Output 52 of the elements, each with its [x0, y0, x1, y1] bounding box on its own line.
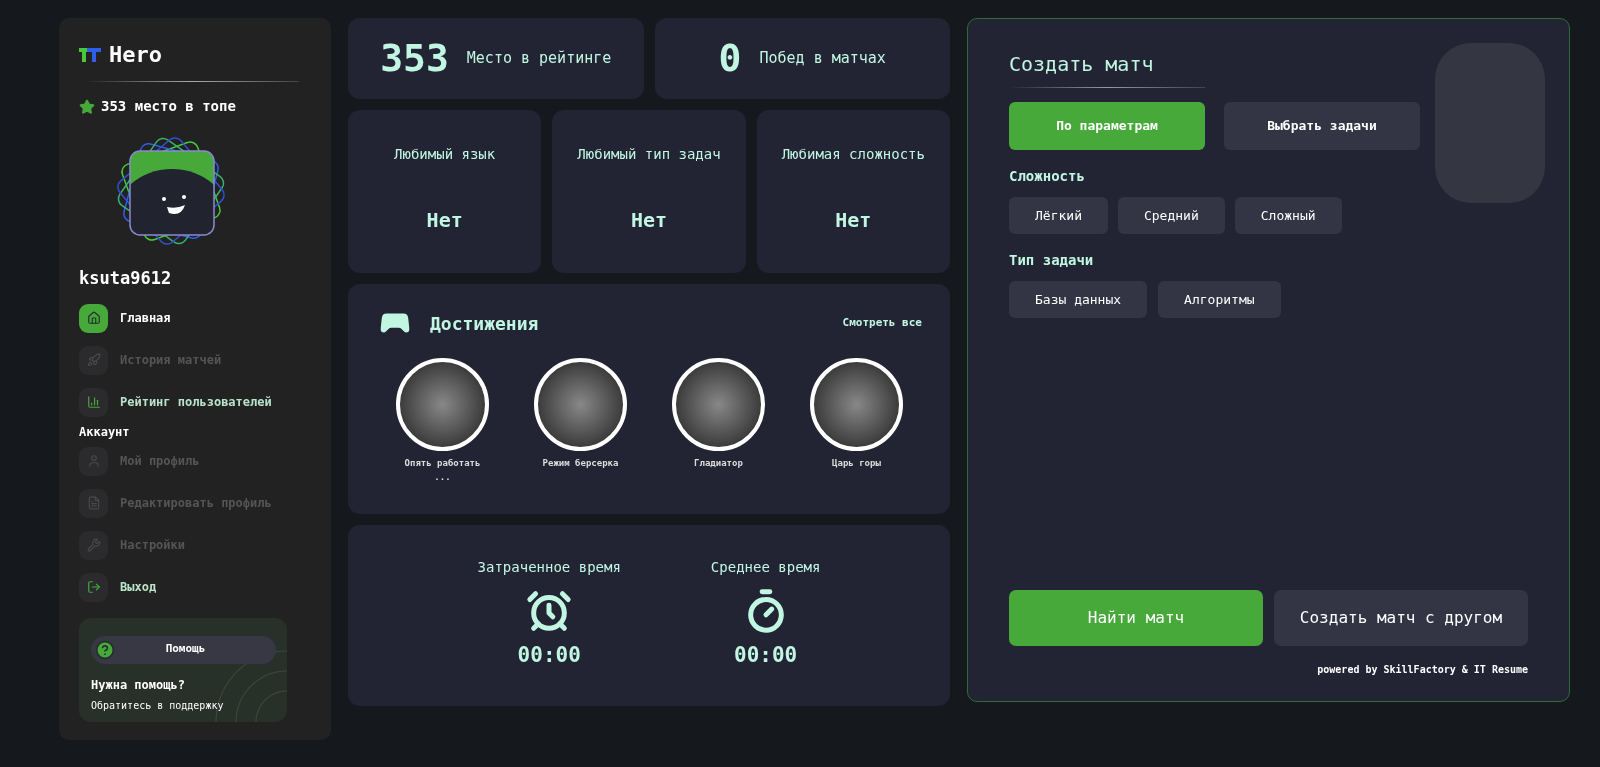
footer-text: powered by SkillFactory & IT Resume — [1317, 663, 1528, 677]
option-button[interactable]: Алгоритмы — [1158, 281, 1281, 318]
view-all-link[interactable]: Смотреть все — [842, 314, 922, 332]
favorite-value: Нет — [426, 207, 463, 234]
achievement-label: Царь горы — [832, 457, 881, 470]
star-icon — [79, 98, 95, 115]
stat-value: 353 — [380, 35, 449, 82]
achievement-label: Режим берсерка — [542, 457, 619, 470]
option-button[interactable]: Средний — [1117, 197, 1225, 234]
stat-label: Побед в матчах — [759, 48, 886, 70]
favorite-value: Нет — [835, 207, 872, 234]
action-button[interactable]: Создать матч с другом — [1274, 590, 1528, 646]
rank-text: 353 место в топе — [101, 97, 236, 116]
rocket-icon — [86, 353, 101, 367]
help-icon — [95, 639, 115, 660]
time-value: 00:00 — [734, 642, 798, 669]
exit-icon — [86, 580, 101, 594]
help-title: Нужна помощь? — [91, 676, 186, 694]
achievement-label: Опять работать ... — [403, 457, 482, 484]
option-button[interactable]: Сложный — [1234, 197, 1342, 234]
nav-link[interactable]: Рейтинг пользователей — [120, 393, 272, 411]
section-heading: Аккаунт — [79, 423, 131, 441]
home-icon — [86, 311, 101, 325]
file-icon — [86, 496, 101, 510]
option-button[interactable]: Выбрать задачи — [1224, 102, 1420, 150]
favorite-label: Любимый язык — [394, 145, 496, 164]
stat-value: 0 — [718, 35, 742, 82]
section-heading: Сложность — [1009, 167, 1086, 186]
option-button[interactable]: Лёгкий — [1009, 197, 1108, 234]
nav-link[interactable]: Выход — [120, 578, 157, 596]
favorite-label: Любимый тип задач — [577, 145, 721, 164]
nav-link[interactable]: Главная — [120, 309, 171, 327]
achievement-label: Гладиатор — [694, 457, 743, 470]
section-heading: Тип задачи — [1009, 251, 1095, 270]
favorite-value: Нет — [630, 207, 668, 234]
option-button[interactable]: Базы данных — [1009, 281, 1148, 318]
time-value: 00:00 — [517, 642, 581, 669]
bar-chart-icon — [86, 395, 101, 409]
wrench-icon — [86, 538, 101, 552]
stat-label: Место в рейтинге — [466, 48, 612, 70]
section-title: Достижения — [430, 311, 539, 336]
time-label: Затраченное время — [477, 558, 621, 577]
help-text: Обратитесь в поддержку — [91, 698, 225, 713]
favorite-label: Любимая сложность — [781, 145, 925, 164]
user-icon — [86, 454, 101, 468]
time-label: Среднее время — [710, 558, 821, 577]
logo-text: Hero — [109, 41, 162, 69]
logo-icon — [79, 47, 101, 62]
help-button[interactable]: Помощь — [91, 635, 276, 664]
panel-title: Создать матч — [1009, 51, 1154, 78]
username: ksuta9612 — [79, 267, 173, 290]
alarm-clock-icon — [526, 588, 573, 634]
